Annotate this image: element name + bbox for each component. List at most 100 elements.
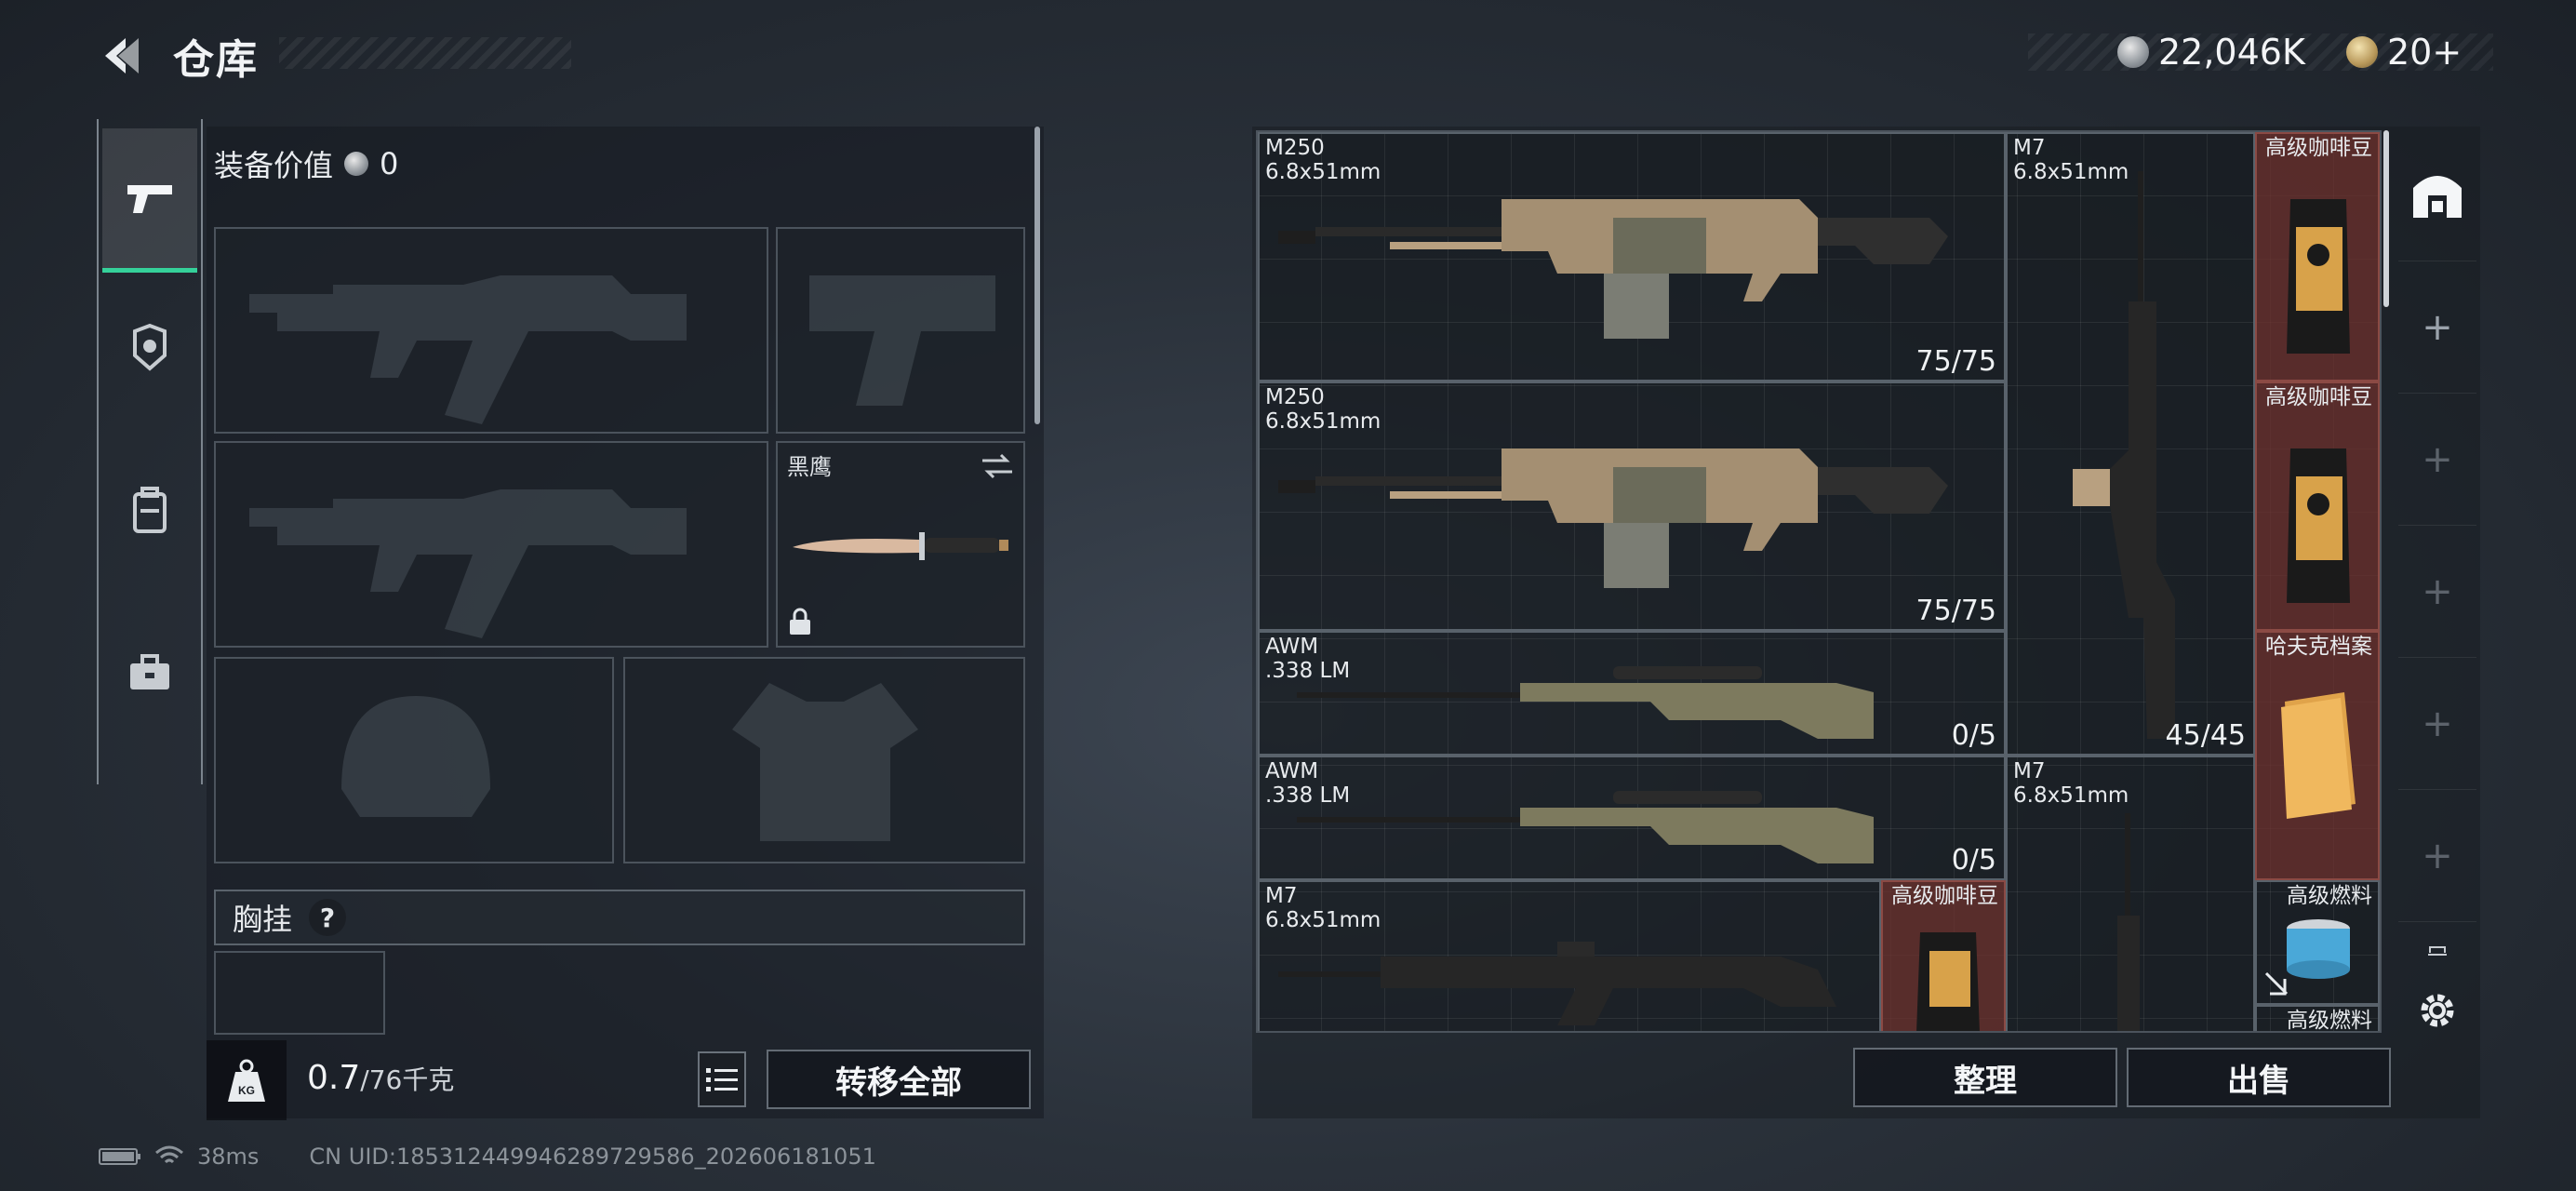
pistol-silhouette-icon [809,275,995,406]
weight-readout: 0.7/76千克 [307,1059,454,1097]
warehouse-item-coffee-2[interactable]: 高级咖啡豆 [2255,381,2380,631]
list-view-button[interactable] [698,1051,746,1107]
nav-toolbox[interactable] [102,603,197,743]
warehouse-item-m250-2[interactable]: M250 6.8x51mm 75/75 [1258,381,2006,631]
organize-button[interactable]: 整理 [1853,1048,2117,1107]
plus-icon: + [2422,703,2453,745]
uid-readout: CN UID:185312449946289729586_20260618105… [309,1144,876,1170]
add-warehouse-tab-5[interactable]: + [2398,791,2476,922]
silver-amount: 22,046K [2158,32,2305,73]
back-arrow-icon [105,38,139,74]
nav-helmet[interactable] [102,277,197,417]
primary-weapon-slot-1[interactable] [214,227,768,434]
rifle-vertical-icon [2117,813,2140,1031]
warehouse-item-fuel-1[interactable]: 高级燃料 [2255,880,2380,1005]
equip-value-amount: 0 [380,146,399,181]
rifle-vertical-icon [2073,171,2175,739]
transfer-all-button[interactable]: 转移全部 [767,1050,1031,1109]
silver-coin-icon [344,152,369,176]
rifle-icon [1278,942,1836,1025]
warehouse-item-awm-2[interactable]: AWM .338 LM 0/5 [1258,756,2006,880]
warehouse-item-awm-1[interactable]: AWM .338 LM 0/5 [1258,631,2006,756]
sniper-rifle-icon [1297,791,1874,863]
lock-icon [790,608,810,635]
item-name: 高级咖啡豆 [2265,385,2372,409]
helmet-slot[interactable] [214,657,614,863]
item-name: M250 [1265,136,1325,160]
warehouse-home-icon [2413,176,2462,218]
settings-button[interactable] [2398,979,2476,1042]
gold-currency[interactable]: 20+ [2346,28,2462,76]
back-button[interactable] [95,30,147,82]
primary-weapon-slot-2[interactable] [214,441,768,648]
warehouse-item-m7-1[interactable]: M7 6.8x51mm [1258,880,1881,1031]
backpack-icon [133,487,167,533]
helmet-silhouette-icon [341,696,490,817]
body-armor-slot[interactable] [623,657,1025,863]
knife-icon [793,532,1008,560]
gear-icon [2421,994,2454,1027]
sniper-rifle-icon [1297,666,1874,739]
warehouse-item-fuel-2[interactable]: 高级燃料 [2255,1005,2380,1031]
wifi-icon [155,1145,183,1164]
warehouse-tab-main[interactable] [2398,130,2476,261]
warehouse-item-m7-3[interactable]: M7 6.8x51mm [2006,756,2255,1031]
melee-slot[interactable]: 黑鹰 [776,441,1025,648]
sell-button[interactable]: 出售 [2127,1048,2391,1107]
item-count: 45/45 [2165,719,2246,752]
add-warehouse-tab-4[interactable]: + [2398,659,2476,790]
nav-weapons[interactable] [102,128,197,273]
coffee-bag-icon [1916,932,1980,1031]
status-bar: 38ms CN UID:185312449946289729586_202606… [99,1141,876,1172]
toolbox-icon [130,654,169,689]
chest-rig-slot[interactable] [214,951,385,1035]
item-count: 0/5 [1951,844,1996,877]
warehouse-item-coffee-3[interactable]: 高级咖啡豆 [1881,880,2006,1031]
collapse-tab[interactable] [2398,923,2476,975]
plus-icon: + [2422,438,2453,481]
coffee-bag-icon [2287,199,2350,354]
plus-icon: + [2422,835,2453,877]
loadout-scrollbar[interactable] [1034,127,1040,424]
gold-coin-icon [2346,36,2378,68]
item-name: M7 [2013,136,2046,160]
warehouse-item-m7-2[interactable]: M7 6.8x51mm 45/45 [2006,132,2255,756]
armor-icon [133,323,167,371]
item-name: M7 [1265,884,1298,908]
broken-link-icon [2264,971,2289,996]
add-warehouse-tab-3[interactable]: + [2398,527,2476,658]
item-name: 高级咖啡豆 [2265,136,2372,160]
nav-backpack[interactable] [102,440,197,580]
weight-icon: KG [228,1059,265,1102]
add-warehouse-tab-2[interactable]: + [2398,395,2476,526]
item-name: 哈夫克档案 [2265,635,2372,659]
rifle-silhouette-icon [249,275,687,424]
chest-rig-header: 胸挂 ? [214,890,1025,945]
collapse-icon [2428,946,2447,956]
warehouse-item-haavk-file[interactable]: 哈夫克档案 [2255,631,2380,880]
category-nav [97,119,203,784]
swap-icon[interactable] [979,452,1016,480]
ping-readout: 38ms [197,1144,260,1170]
title-decoration [279,37,571,69]
add-warehouse-tab-1[interactable]: + [2398,262,2476,394]
fuel-can-icon [2287,919,2350,979]
equip-value-label: 装备价值 [214,148,334,183]
plus-icon: + [2422,306,2453,349]
item-count: 0/5 [1951,719,1996,752]
vest-silhouette-icon [732,683,918,841]
item-name: 高级燃料 [2287,884,2372,908]
pistol-slot[interactable] [776,227,1025,434]
weight-icon-box: KG [207,1040,287,1120]
silver-currency[interactable]: 22,046K [2117,28,2305,76]
chest-help-button[interactable]: ? [309,899,347,936]
silver-coin-icon [2117,36,2149,68]
coffee-bag-icon [2287,448,2350,603]
machine-gun-icon [1278,199,1948,339]
chest-rig-label: 胸挂 [233,902,293,937]
melee-name: 黑鹰 [787,454,832,480]
warehouse-item-coffee-1[interactable]: 高级咖啡豆 [2255,132,2380,381]
warehouse-item-m250-1[interactable]: M250 6.8x51mm 75/75 [1258,132,2006,381]
plus-icon: + [2422,570,2453,613]
warehouse-scrollbar[interactable] [2383,130,2389,307]
